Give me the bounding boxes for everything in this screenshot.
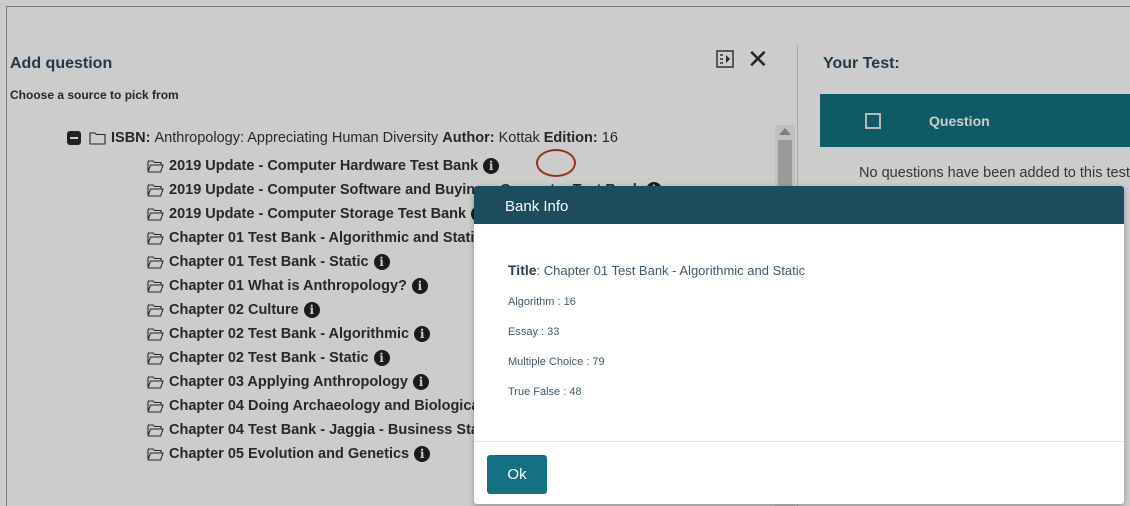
title-label: Title — [508, 262, 537, 278]
true-false-value: 48 — [569, 386, 582, 398]
algorithm-label: Algorithm — [508, 296, 555, 308]
modal-body: Title: Chapter 01 Test Bank - Algorithmi… — [508, 262, 805, 416]
ok-button[interactable]: Ok — [487, 455, 547, 494]
essay-value: 33 — [547, 326, 560, 338]
essay-label: Essay — [508, 326, 538, 338]
algorithm-value: 16 — [563, 296, 576, 308]
modal-footer-divider — [474, 441, 1124, 442]
bank-title-line: Title: Chapter 01 Test Bank - Algorithmi… — [508, 262, 806, 278]
algorithm-line: Algorithm : 16 — [508, 296, 576, 308]
multiple-choice-label: Multiple Choice — [508, 356, 584, 368]
true-false-line: True False : 48 — [508, 386, 582, 398]
multiple-choice-line: Multiple Choice : 79 — [508, 356, 605, 368]
essay-line: Essay : 33 — [508, 326, 560, 338]
true-false-label: True False — [508, 386, 561, 398]
title-value: Chapter 01 Test Bank - Algorithmic and S… — [543, 263, 806, 278]
modal-header: Bank Info — [474, 186, 1124, 224]
bank-info-modal: Bank Info Title: Chapter 01 Test Bank - … — [474, 186, 1124, 504]
multiple-choice-value: 79 — [592, 356, 605, 368]
